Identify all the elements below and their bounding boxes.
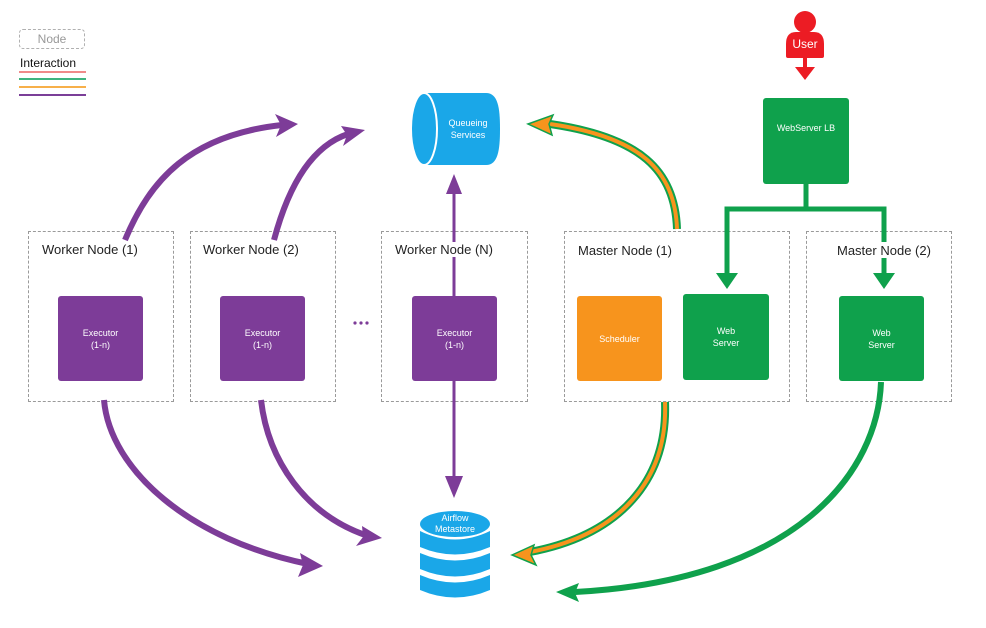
webserver-label-line2: Server bbox=[868, 339, 895, 350]
arrow-worker1-to-metastore bbox=[101, 399, 309, 567]
queue-label-line2: Services bbox=[450, 130, 486, 140]
arrowhead-lb-webserver1 bbox=[716, 273, 738, 289]
arrow-worker1-to-queue bbox=[122, 122, 283, 242]
ellipsis-icon bbox=[353, 321, 369, 325]
webserver-label-line1: Web bbox=[872, 327, 891, 338]
webserver-label-line2: Server bbox=[712, 338, 740, 348]
worker-node-n-title: Worker Node (N) bbox=[394, 242, 495, 257]
arrowhead-workerN-queue bbox=[446, 174, 462, 194]
queue-label-line1: Queueing bbox=[448, 118, 488, 128]
metastore-label-line1: Airflow bbox=[441, 513, 469, 523]
queue-label[interactable]: Queueing Services bbox=[438, 116, 498, 142]
arrow-worker2-to-metastore bbox=[258, 399, 369, 539]
master-2-webserver[interactable]: Web Server bbox=[839, 296, 924, 381]
user-label: User bbox=[792, 37, 818, 51]
worker-n-executor[interactable]: Executor (1-n) bbox=[412, 296, 497, 381]
executor-count: (1-n) bbox=[252, 339, 272, 350]
executor-label: Executor bbox=[244, 327, 281, 338]
arrowhead-user-lb bbox=[795, 67, 815, 80]
executor-label: Executor bbox=[436, 327, 473, 338]
arrow-worker2-to-queue bbox=[271, 131, 350, 241]
webserver-lb[interactable]: WebServer LB bbox=[763, 98, 849, 184]
worker-node-1-title: Worker Node (1) bbox=[41, 242, 139, 257]
master-1-webserver[interactable]: Web Server bbox=[683, 294, 769, 380]
arrowhead-scheduler-queue bbox=[526, 113, 555, 137]
metastore-label[interactable]: Airflow Metastore bbox=[425, 512, 485, 536]
metastore-label-line2: Metastore bbox=[434, 524, 476, 534]
lb-label: WebServer LB bbox=[776, 123, 836, 133]
scheduler[interactable]: Scheduler bbox=[577, 296, 662, 381]
webserver-label-line1: Web bbox=[716, 326, 736, 336]
arrowhead-workerN-metastore bbox=[445, 476, 463, 498]
arrowhead-lb-webserver2 bbox=[873, 273, 895, 289]
master-node-1-title: Master Node (1) bbox=[577, 243, 673, 258]
executor-count: (1-n) bbox=[444, 339, 464, 350]
executor-count: (1-n) bbox=[90, 339, 110, 350]
worker-2-executor[interactable]: Executor (1-n) bbox=[220, 296, 305, 381]
master-node-2-title: Master Node (2) bbox=[836, 243, 932, 258]
worker-node-2-title: Worker Node (2) bbox=[202, 242, 300, 257]
scheduler-label: Scheduler bbox=[599, 333, 640, 344]
arrow-webserver2-to-metastore bbox=[574, 381, 884, 595]
executor-label: Executor bbox=[82, 327, 119, 338]
worker-1-executor[interactable]: Executor (1-n) bbox=[58, 296, 143, 381]
